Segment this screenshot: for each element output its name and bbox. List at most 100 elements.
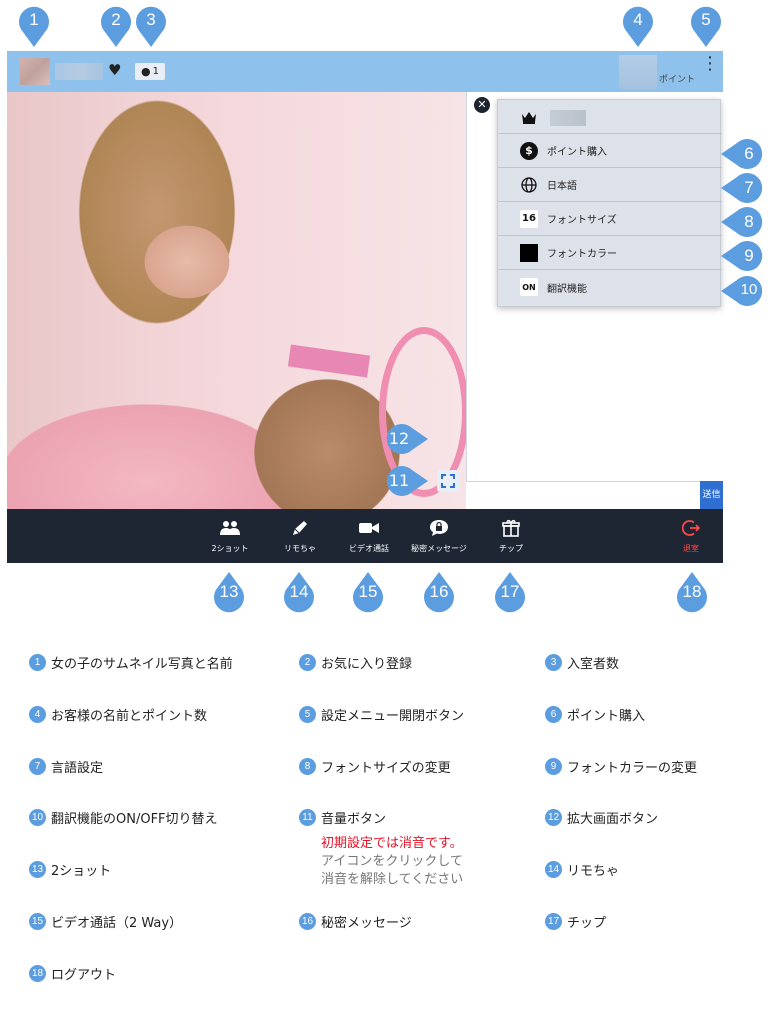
callout-pin-16: 16: [423, 571, 455, 613]
legend-item: 12 拡大画面ボタン: [545, 808, 658, 827]
volume-note-warning: 初期設定では消音です。: [321, 836, 463, 851]
callout-pin-11: 11: [383, 465, 429, 497]
callout-pin-6: 6: [720, 138, 766, 170]
legend-text: 設定メニュー開閉ボタン: [321, 709, 465, 724]
chat-room-app: ♥ ● 1 ポイント ⋮ ✕ 送信 $ ポイント購入 日本語 16 フォントサイ…: [7, 51, 723, 563]
secret-message-button[interactable]: 秘密メッセージ: [405, 509, 473, 563]
callout-pin-17: 17: [494, 571, 526, 613]
toolbar-label: 2ショット: [211, 544, 249, 553]
legend-text: お客様の名前とポイント数: [51, 709, 208, 724]
legend-text: 秘密メッセージ: [321, 916, 412, 931]
performer-thumbnail[interactable]: [20, 58, 50, 85]
menu-item-font-size[interactable]: 16 フォントサイズ: [498, 202, 722, 236]
legend-number: 13: [29, 861, 46, 878]
bottom-toolbar: 2ショット リモちゃ ビデオ通話 秘密メッセージ チップ 退室: [7, 509, 723, 563]
legend-text: 翻訳機能のON/OFF切り替え: [51, 812, 218, 827]
video-call-button[interactable]: ビデオ通話: [339, 509, 399, 563]
toolbar-label: リモちゃ: [284, 544, 316, 553]
callout-pin-10: 10: [720, 275, 766, 307]
heart-icon[interactable]: ♥: [108, 61, 121, 79]
performer-name: [55, 63, 103, 80]
exit-button[interactable]: 退室: [673, 509, 709, 563]
account-name: [550, 110, 586, 126]
callout-pin-13: 13: [213, 571, 245, 613]
fullscreen-button[interactable]: [437, 470, 459, 492]
legend-item: 15 ビデオ通話（2 Way）: [29, 912, 182, 931]
callout-pin-18: 18: [676, 571, 708, 613]
tip-button[interactable]: チップ: [485, 509, 537, 563]
gift-icon: [502, 518, 520, 538]
callout-pin-8: 8: [720, 206, 766, 238]
volume-note: 初期設定では消音です。 アイコンをクリックして 消音を解除してください: [321, 835, 463, 889]
legend-number: 18: [29, 965, 46, 982]
kebab-menu-icon[interactable]: ⋮: [701, 55, 719, 82]
legend-number: 9: [545, 758, 562, 775]
callout-pin-1: 1: [18, 6, 50, 48]
menu-item-font-color[interactable]: フォントカラー: [498, 236, 722, 270]
legend-item: 17 チップ: [545, 912, 606, 931]
callout-pin-12: 12: [383, 423, 429, 455]
legend-item: 10 翻訳機能のON/OFF切り替え: [29, 808, 218, 827]
dollar-icon: $: [520, 141, 538, 160]
legend-item: 6 ポイント購入: [545, 705, 645, 724]
legend-item: 1 女の子のサムネイル写真と名前: [29, 653, 233, 672]
customer-name: [619, 55, 657, 89]
toolbar-label: チップ: [499, 544, 523, 553]
points-label: ポイント: [659, 75, 696, 85]
callout-pin-14: 14: [283, 571, 315, 613]
crown-icon: [520, 108, 538, 126]
toolbar-label: ビデオ通話: [349, 544, 389, 553]
volume-note-line: アイコンをクリックして: [321, 854, 463, 869]
legend-item: 13 2ショット: [29, 860, 111, 879]
two-shot-icon: [220, 518, 240, 538]
menu-item-label: フォントカラー: [547, 249, 617, 260]
legend-text: ログアウト: [51, 968, 117, 983]
legend-number: 16: [299, 913, 316, 930]
remote-toy-button[interactable]: リモちゃ: [272, 509, 328, 563]
legend-text: リモちゃ: [567, 864, 620, 879]
legend-item: 16 秘密メッセージ: [299, 912, 412, 931]
legend-text: ビデオ通話（2 Way）: [51, 916, 183, 931]
legend-number: 12: [545, 809, 562, 826]
callout-pin-7: 7: [720, 172, 766, 204]
legend-text: 言語設定: [51, 761, 104, 776]
legend-item: 18 ログアウト: [29, 964, 116, 983]
menu-item-translation[interactable]: ON 翻訳機能: [498, 270, 722, 304]
font-size-icon: 16: [520, 209, 538, 228]
legend-number: 15: [29, 913, 46, 930]
globe-icon: [520, 176, 538, 194]
close-icon[interactable]: ✕: [474, 97, 490, 113]
callout-pin-3: 3: [135, 6, 167, 48]
callout-pin-15: 15: [352, 571, 384, 613]
send-button[interactable]: 送信: [700, 481, 723, 509]
legend-number: 17: [545, 913, 562, 930]
remote-toy-icon: [291, 518, 309, 538]
legend-number: 7: [29, 758, 46, 775]
translate-toggle-icon: ON: [520, 278, 538, 296]
menu-item-language[interactable]: 日本語: [498, 168, 722, 202]
menu-item-label: 翻訳機能: [547, 283, 587, 295]
exit-icon: [682, 518, 700, 538]
toolbar-label: 秘密メッセージ: [411, 544, 467, 553]
chat-input[interactable]: [466, 481, 700, 509]
legend-number: 8: [299, 758, 316, 775]
legend-text: 2ショット: [51, 864, 112, 879]
menu-item-account: [498, 100, 722, 134]
callout-pin-5: 5: [690, 6, 722, 48]
legend-text: 入室者数: [567, 657, 620, 672]
legend-item: 5 設定メニュー開閉ボタン: [299, 705, 464, 724]
legend-item: 4 お客様の名前とポイント数: [29, 705, 207, 724]
menu-item-buy-points[interactable]: $ ポイント購入: [498, 134, 722, 168]
legend-item: 3 入室者数: [545, 653, 619, 672]
callout-pin-4: 4: [622, 6, 654, 48]
two-shot-button[interactable]: 2ショット: [202, 509, 258, 563]
expand-icon: [441, 474, 455, 488]
callout-pin-2: 2: [100, 6, 132, 48]
legend-item: 2 お気に入り登録: [299, 653, 412, 672]
legend-text: ポイント購入: [567, 709, 646, 724]
menu-item-label: ポイント購入: [547, 147, 607, 158]
secret-message-icon: [429, 518, 449, 538]
legend-number: 2: [299, 654, 316, 671]
legend-text: 拡大画面ボタン: [567, 812, 659, 827]
legend-text: チップ: [567, 916, 607, 931]
